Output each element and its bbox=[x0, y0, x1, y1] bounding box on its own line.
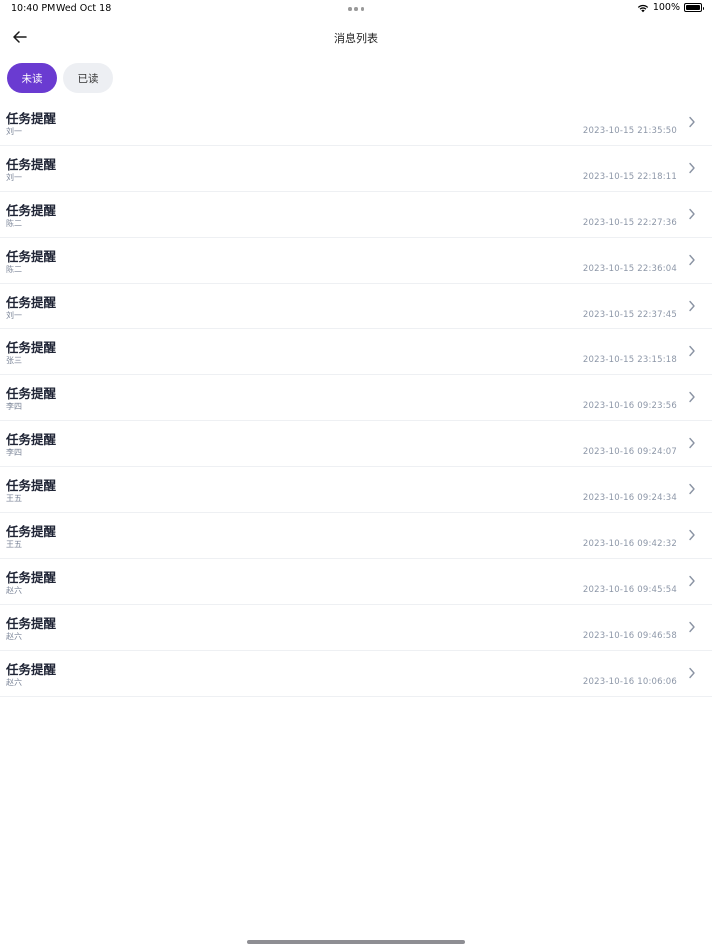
chevron-right-icon bbox=[689, 300, 695, 311]
message-item[interactable]: 任务提醒 刘一 2023-10-15 22:37:45 bbox=[0, 284, 712, 330]
message-item[interactable]: 任务提醒 李四 2023-10-16 09:23:56 bbox=[0, 375, 712, 422]
chevron-right-icon bbox=[689, 575, 695, 587]
chevron-right-icon bbox=[689, 483, 695, 495]
message-item[interactable]: 任务提醒 张三 2023-10-15 23:15:18 bbox=[0, 329, 712, 376]
message-title: 任务提醒 bbox=[6, 294, 57, 310]
message-list: 任务提醒 刘一 2023-10-15 21:35:50 任务提醒 刘一 2023-10-1… bbox=[0, 100, 712, 697]
message-title: 任务提醒 bbox=[6, 111, 57, 126]
tab-bar: 未读 已读 bbox=[7, 63, 113, 93]
message-sender: 王五 bbox=[6, 540, 22, 550]
message-sender: 赵六 bbox=[6, 677, 22, 687]
status-right: 100% bbox=[637, 2, 704, 13]
message-time: 2023-10-15 22:18:11 bbox=[582, 171, 677, 182]
wifi-icon bbox=[637, 4, 648, 12]
message-item[interactable]: 任务提醒 王五 2023-10-16 09:42:32 bbox=[0, 513, 712, 559]
message-title: 任务提醒 bbox=[6, 386, 57, 402]
message-sender: 李四 bbox=[6, 448, 22, 458]
message-time: 2023-10-16 09:46:58 bbox=[582, 630, 677, 641]
chevron-right-icon bbox=[689, 529, 695, 541]
message-sender: 王五 bbox=[6, 494, 22, 504]
message-item[interactable]: 任务提醒 王五 2023-10-16 09:24:34 bbox=[0, 467, 712, 514]
message-item[interactable]: 任务提醒 刘一 2023-10-15 21:35:50 bbox=[0, 100, 712, 146]
message-item[interactable]: 任务提醒 陈二 2023-10-15 22:36:04 bbox=[0, 238, 712, 284]
message-time: 2023-10-15 21:35:50 bbox=[582, 126, 677, 136]
message-sender: 陈二 bbox=[6, 264, 22, 274]
message-title: 任务提醒 bbox=[6, 248, 57, 264]
message-title: 任务提醒 bbox=[6, 661, 57, 677]
multitasking-dots-icon[interactable] bbox=[348, 7, 364, 11]
chevron-right-icon bbox=[689, 392, 695, 403]
message-sender: 刘一 bbox=[6, 310, 22, 320]
message-item[interactable]: 任务提醒 赵六 2023-10-16 09:46:58 bbox=[0, 605, 712, 651]
page-title: 消息列表 bbox=[334, 32, 378, 45]
message-time: 2023-10-15 22:37:45 bbox=[582, 309, 677, 320]
chevron-right-icon bbox=[689, 208, 695, 219]
message-item[interactable]: 任务提醒 赵六 2023-10-16 10:06:06 bbox=[0, 651, 712, 697]
message-sender: 赵六 bbox=[6, 585, 22, 595]
message-item[interactable]: 任务提醒 刘一 2023-10-15 22:18:11 bbox=[0, 146, 712, 192]
message-title: 任务提醒 bbox=[6, 340, 57, 356]
message-time: 2023-10-16 09:42:32 bbox=[582, 539, 677, 550]
chevron-right-icon bbox=[689, 667, 695, 678]
message-sender: 张三 bbox=[6, 356, 22, 366]
message-time: 2023-10-15 23:15:18 bbox=[582, 355, 677, 366]
message-time: 2023-10-16 09:24:07 bbox=[582, 447, 677, 458]
message-title: 任务提醒 bbox=[6, 156, 57, 172]
message-title: 任务提醒 bbox=[6, 524, 57, 540]
message-item[interactable]: 任务提醒 赵六 2023-10-16 09:45:54 bbox=[0, 559, 712, 605]
message-sender: 刘一 bbox=[6, 172, 22, 182]
message-sender: 刘一 bbox=[6, 127, 22, 136]
status-date: Wed Oct 18 bbox=[56, 3, 112, 14]
message-time: 2023-10-16 09:23:56 bbox=[582, 401, 677, 412]
home-indicator[interactable] bbox=[247, 940, 465, 944]
message-time: 2023-10-15 22:36:04 bbox=[582, 263, 677, 274]
message-sender: 赵六 bbox=[6, 631, 22, 641]
message-title: 任务提醒 bbox=[6, 478, 57, 494]
message-item[interactable]: 任务提醒 李四 2023-10-16 09:24:07 bbox=[0, 421, 712, 468]
chevron-right-icon bbox=[689, 116, 695, 128]
chevron-right-icon bbox=[689, 162, 695, 174]
tab-unread[interactable]: 未读 bbox=[7, 63, 57, 93]
message-title: 任务提醒 bbox=[6, 615, 57, 631]
battery-icon bbox=[684, 3, 704, 12]
message-item[interactable]: 任务提醒 陈二 2023-10-15 22:27:36 bbox=[0, 192, 712, 238]
status-time: 10:40 PM bbox=[11, 3, 56, 14]
battery-percent: 100% bbox=[652, 2, 680, 13]
message-time: 2023-10-16 09:24:34 bbox=[582, 493, 677, 504]
screen: 10:40 PM Wed Oct 18 100% 消息列表 未读 已读 任务提醒刘… bbox=[0, 0, 712, 950]
chevron-right-icon bbox=[689, 438, 695, 449]
message-sender: 陈二 bbox=[6, 218, 22, 228]
message-sender: 李四 bbox=[6, 402, 22, 412]
message-time: 2023-10-16 09:45:54 bbox=[582, 584, 677, 595]
tab-read[interactable]: 已读 bbox=[63, 63, 113, 93]
chevron-right-icon bbox=[689, 254, 695, 265]
message-title: 任务提醒 bbox=[6, 569, 57, 585]
message-time: 2023-10-16 10:06:06 bbox=[582, 676, 677, 687]
nav-header: 消息列表 bbox=[0, 22, 712, 52]
chevron-right-icon bbox=[689, 621, 695, 632]
message-title: 任务提醒 bbox=[6, 202, 57, 218]
chevron-right-icon bbox=[689, 346, 695, 357]
message-title: 任务提醒 bbox=[6, 432, 57, 448]
battery-fill bbox=[686, 5, 700, 10]
message-time: 2023-10-15 22:27:36 bbox=[582, 217, 677, 228]
status-bar: 10:40 PM Wed Oct 18 100% bbox=[0, 0, 712, 18]
